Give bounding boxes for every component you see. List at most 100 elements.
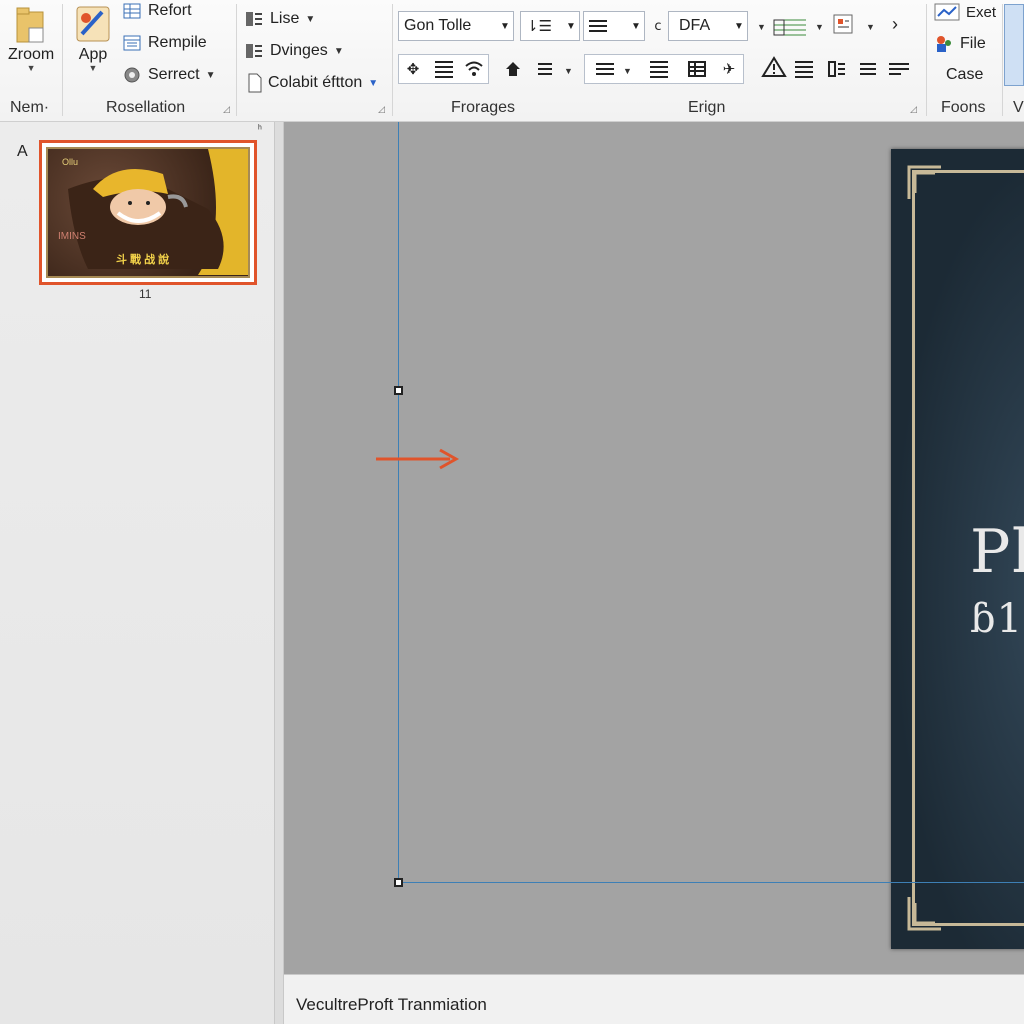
gear-icon <box>122 65 142 85</box>
chevron-down-icon: ▼ <box>305 13 316 25</box>
app-paint-icon <box>74 4 112 44</box>
text-direction-icon[interactable]: ⅽ <box>647 15 669 37</box>
dialog-launcher-icon[interactable]: ◿ <box>378 104 385 115</box>
table-columns-icon[interactable] <box>826 58 848 80</box>
chevron-right-icon[interactable]: › <box>884 13 906 35</box>
app-label: App <box>78 46 108 63</box>
dvinges-button[interactable]: Dvinges ▼ <box>244 41 344 61</box>
group-label-foons: Foons <box>941 99 986 116</box>
chevron-down-icon: ▼ <box>88 63 98 73</box>
slide-title[interactable]: Ph ɓ1 <box>970 522 1024 642</box>
wifi-icon[interactable] <box>463 58 485 80</box>
chart-table-icon[interactable] <box>772 15 808 37</box>
chevron-down-icon: ▼ <box>631 20 641 32</box>
thumb-caption-text: 斗 戰 战 說 <box>116 254 170 266</box>
columns-icon[interactable] <box>534 58 556 80</box>
refort-button[interactable]: Refort <box>122 1 192 21</box>
dvinges-label: Dvinges <box>270 42 328 59</box>
colabit-label: Colabit éftton <box>268 74 363 91</box>
notes-status-bar[interactable]: VecultreProft Tranmiation <box>284 974 1024 1024</box>
chevron-down-icon[interactable]: ▼ <box>757 22 766 32</box>
group-label-rosellation: Rosellation <box>106 99 186 116</box>
group-divider <box>236 4 237 116</box>
frame-corner-ornament-bottom <box>907 897 941 931</box>
chevron-down-icon: ▼ <box>368 77 379 89</box>
bullets-combo[interactable]: ⇂☰ ▼ <box>520 11 580 41</box>
exet-button[interactable]: Exet <box>934 3 996 21</box>
chevron-down-icon[interactable]: ▼ <box>815 22 824 32</box>
slide-number: 11 <box>139 287 152 301</box>
list-grid-icon <box>244 9 264 29</box>
grid-settings-icon[interactable] <box>686 58 708 80</box>
chevron-down-icon: ▼ <box>734 20 744 32</box>
chevron-down-icon[interactable]: ▼ <box>564 66 573 76</box>
align-left-icon[interactable] <box>594 58 616 80</box>
home-icon[interactable] <box>502 58 524 80</box>
pin-icon[interactable]: ✈ <box>718 58 740 80</box>
bullets-icon: ⇂☰ <box>526 18 553 35</box>
status-text: VecultreProft Tranmiation <box>296 995 487 1014</box>
case-button[interactable]: Case <box>946 66 983 84</box>
font-name-value: Gon Tolle <box>404 17 472 34</box>
serrect-button[interactable]: Serrect ▼ <box>122 65 215 85</box>
text-lines-icon[interactable] <box>888 58 910 80</box>
app-window: Zroom ▼ Nem· App ▼ Refort Rempile Serrec… <box>0 0 1024 1024</box>
vertical-guide-line[interactable] <box>398 122 399 884</box>
pane-close-icon[interactable]: ʰ <box>258 124 262 135</box>
colabit-button[interactable]: Colabit éftton ▼ <box>248 73 378 93</box>
list-icon[interactable] <box>793 58 815 80</box>
folder-icon <box>15 6 47 44</box>
guide-handle[interactable] <box>394 878 403 887</box>
file-label: File <box>960 35 986 52</box>
horizontal-guide-line[interactable] <box>398 882 1024 883</box>
align-justify-icon[interactable] <box>433 58 455 80</box>
chevron-down-icon[interactable]: ▼ <box>623 66 632 76</box>
document-icon <box>248 73 262 93</box>
zoom-label: Zroom <box>8 46 55 63</box>
exet-label: Exet <box>966 3 997 21</box>
group-label-nem: Nem· <box>10 99 50 116</box>
rempile-button[interactable]: Rempile <box>122 33 207 53</box>
group-label-erign: Erign <box>688 99 726 116</box>
group-divider <box>926 4 927 116</box>
style-combo[interactable]: DFA ▼ <box>668 11 748 41</box>
lise-button[interactable]: Lise ▼ <box>244 9 315 29</box>
chevron-down-icon: ▼ <box>500 20 510 32</box>
list-table-icon <box>122 33 142 53</box>
warning-triangle-icon[interactable] <box>760 56 788 78</box>
refort-label: Refort <box>148 2 192 19</box>
group-divider <box>1002 4 1003 116</box>
font-name-combo[interactable]: Gon Tolle ▼ <box>398 11 514 41</box>
frame-corner-ornament-top <box>907 165 941 199</box>
chevron-down-icon: ▼ <box>205 69 216 81</box>
guide-handle[interactable] <box>394 386 403 395</box>
dialog-launcher-icon[interactable]: ◿ <box>223 104 230 115</box>
layout-icon <box>244 41 264 61</box>
group-divider <box>62 4 63 116</box>
numbering-combo[interactable]: ▼ <box>583 11 645 41</box>
group-label-frorages: Frorages <box>451 99 516 116</box>
chevron-down-icon[interactable]: ▼ <box>866 22 875 32</box>
slide-thumbnail-selected[interactable]: Ollu IMINS 斗 戰 战 說 <box>39 140 257 285</box>
align-center-icon[interactable] <box>648 58 670 80</box>
move-icon[interactable]: ✥ <box>402 58 424 80</box>
picture-frame-icon[interactable] <box>832 13 854 35</box>
sort-list-icon[interactable] <box>857 58 879 80</box>
chevron-down-icon: ▼ <box>333 45 344 57</box>
selected-style-tile[interactable] <box>1004 4 1024 86</box>
ribbon: Zroom ▼ Nem· App ▼ Refort Rempile Serrec… <box>0 0 1024 122</box>
pane-splitter[interactable] <box>274 122 284 1024</box>
section-letter: A <box>17 143 28 160</box>
zoom-button[interactable]: Zroom ▼ <box>8 6 54 73</box>
thumb-title-text: Ollu <box>62 157 79 167</box>
slide-subtitle-text: ɓ1 <box>970 596 1024 642</box>
chart-icon <box>934 3 960 21</box>
slide-title-text: Ph <box>970 517 1024 587</box>
file-button[interactable]: File <box>934 34 986 54</box>
table-grid-icon <box>122 1 142 21</box>
chevron-down-icon: ▼ <box>26 63 36 73</box>
thumb-mid-text: IMINS <box>58 231 86 242</box>
case-label: Case <box>946 66 984 83</box>
app-button[interactable]: App ▼ <box>74 4 112 73</box>
dialog-launcher-icon[interactable]: ◿ <box>910 104 917 115</box>
